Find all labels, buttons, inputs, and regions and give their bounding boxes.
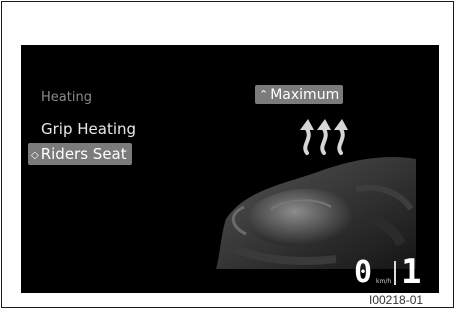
heat-level-value: Maximum [270,87,340,103]
menu-item-grip-heating[interactable]: Grip Heating [41,119,136,139]
selector-icon: ◇ [31,150,39,161]
gear-indicator: 1 [401,252,422,292]
speed-unit: km/h [376,278,392,285]
display-screen: Heating Grip Heating ◇ Riders Seat ⌃ Maxim… [21,45,439,293]
gear-divider [394,261,396,285]
menu-item-riders-seat[interactable]: ◇ Riders Seat [28,143,132,165]
chevron-up-icon: ⌃ [259,88,269,101]
figure-id: I00218-01 [369,293,424,307]
heat-level-selector[interactable]: ⌃ Maximum [255,85,344,104]
figure-frame: Heating Grip Heating ◇ Riders Seat ⌃ Maxim… [1,1,454,308]
menu-item-label: Grip Heating [41,120,137,138]
menu-header: Heating [41,90,92,105]
menu-item-label: Riders Seat [40,145,127,163]
motorcycle-seat-illustration [216,157,416,269]
speed-value: 0 [354,255,373,290]
